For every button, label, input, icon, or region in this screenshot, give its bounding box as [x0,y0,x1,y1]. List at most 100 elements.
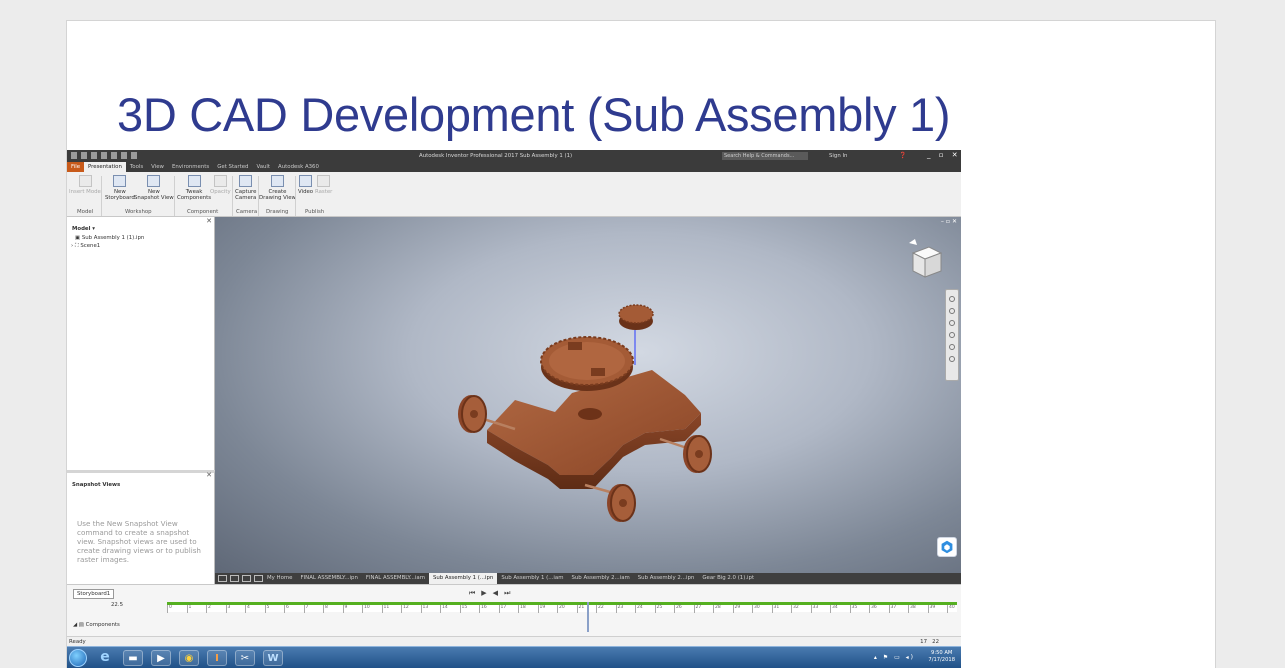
timeline-tick: 23 [615,605,623,613]
doc-tab[interactable]: Sub Assembly 2...iam [567,573,633,584]
doc-tab-active[interactable]: Sub Assembly 1 (...ipn [428,573,498,584]
timeline-tick: 2 [206,605,211,613]
tab-a360[interactable]: Autodesk A360 [274,162,323,172]
explorer-icon[interactable]: ▬ [123,650,143,666]
storyboard-tab[interactable]: Storyboard1 [73,589,115,599]
tab-presentation[interactable]: Presentation [84,162,126,172]
timeline-playhead[interactable] [587,602,589,632]
doc-tab[interactable]: Sub Assembly 2...ipn [634,573,699,584]
group-camera: Camera [236,209,258,215]
system-tray[interactable]: ▴ ⚑ ▭ ◂) [874,654,915,661]
graphics-viewport[interactable]: –▫✕ [215,217,961,573]
tab-get-started[interactable]: Get Started [213,162,252,172]
timeline-tick: 8 [323,605,328,613]
timeline-tick: 1 [186,605,191,613]
model-browser: ✕ Model ▾ ▣ Sub Assembly 1 (1).ipn › ⛶ S… [67,217,215,470]
media-player-icon[interactable]: ▶ [151,650,171,666]
tile-icon[interactable] [218,575,227,582]
video-button[interactable]: Video [298,175,313,195]
timeline-tick: 30 [752,605,760,613]
quick-access-toolbar[interactable] [71,152,137,159]
window-title: Autodesk Inventor Professional 2017 Sub … [419,153,573,159]
storyboard-panel: Storyboard1 ⏮▶◀⏭ 22.5 0 1 2 3 4 5 6 7 8 9 10 11 12 13… [67,584,961,636]
time-value[interactable]: 22.5 [111,602,123,608]
snapshot-message: Use the New Snapshot View command to cre… [77,519,201,564]
status-text: Ready [69,639,86,645]
timeline-tick: 31 [771,605,779,613]
tab-tools[interactable]: Tools [126,162,147,172]
tab-file[interactable]: File [67,162,85,172]
timeline-tick: 10 [362,605,370,613]
tree-item-scene[interactable]: › ⛶ Scene1 [71,243,100,250]
ie-icon[interactable]: e [95,650,115,666]
timeline-tick: 20 [557,605,565,613]
windows-taskbar: e ▬ ▶ ◉ I ✂ W ▴ ⚑ ▭ ◂) 9:50 AM 7/17/2018 [67,646,961,668]
tab-environments[interactable]: Environments [168,162,213,172]
snipping-tool-icon[interactable]: ✂ [235,650,255,666]
inventor-icon[interactable]: I [207,650,227,666]
snapshot-views-panel: ✕ Snapshot Views Use the New Snapshot Vi… [67,470,215,588]
doc-tab[interactable]: Sub Assembly 1 (...iam [497,573,567,584]
inventor-screenshot: Autodesk Inventor Professional 2017 Sub … [67,150,961,668]
camera-icon [239,175,253,187]
chrome-icon[interactable]: ◉ [179,650,199,666]
document-tabs: My Home FINAL ASSEMBLY...ipn FINAL ASSEM… [215,573,961,584]
grid-icon[interactable] [230,575,239,582]
split-icon[interactable] [254,575,263,582]
slide-title: 3D CAD Development (Sub Assembly 1) [117,88,951,141]
doc-tab[interactable]: FINAL ASSEMBLY...iam [362,573,429,584]
group-component: Component [187,209,219,215]
new-snapshot-view-button[interactable]: New Snapshot View [134,175,174,201]
timeline-tick: 26 [674,605,682,613]
timeline-ruler[interactable]: 0 1 2 3 4 5 6 7 8 9 10 11 12 13 14 15 16 17 18 19 20 21 22 23 24… [167,602,957,632]
timeline-tick: 18 [518,605,526,613]
capture-camera-button[interactable]: Capture Camera [235,175,256,201]
ribbon: Insert Model New Storyboard New Snapshot V… [67,172,961,217]
timeline-tick: 15 [459,605,467,613]
timeline-tick: 5 [264,605,269,613]
doc-tab[interactable]: My Home [263,573,296,584]
raster-button[interactable]: Raster [315,175,332,195]
group-model: Model [77,209,94,215]
timeline-tick: 36 [869,605,877,613]
clock[interactable]: 9:50 AM 7/17/2018 [928,650,955,664]
cascade-icon[interactable] [242,575,251,582]
snapshot-header: Snapshot Views [72,482,121,488]
timeline-tick: 28 [713,605,721,613]
doc-tab[interactable]: FINAL ASSEMBLY...ipn [296,573,361,584]
cart-model [458,304,712,522]
new-storyboard-button[interactable]: New Storyboard [105,175,135,201]
close-icon[interactable]: ✕ [206,471,212,479]
tree-item-ipn[interactable]: ▣ Sub Assembly 1 (1).ipn [75,235,144,241]
timeline-tick: 12 [401,605,409,613]
doc-tab[interactable]: Gear Big 2.0 (1).ipt [698,573,758,584]
insert-model-icon [79,175,93,187]
playback-controls[interactable]: ⏮▶◀⏭ [469,589,516,598]
start-button[interactable] [69,649,87,667]
window-controls[interactable]: _ ▫ ✕ [927,151,961,159]
snapshot-icon [147,175,161,187]
timeline-tick: 34 [830,605,838,613]
browser-header[interactable]: Model ▾ [72,226,95,232]
sign-in-link[interactable]: Sign In [829,153,847,159]
timeline-tick: 37 [888,605,896,613]
word-icon[interactable]: W [263,650,283,666]
create-drawing-view-button[interactable]: Create Drawing View [259,175,296,201]
timeline-tick: 3 [225,605,230,613]
close-icon[interactable]: ✕ [206,217,212,225]
a360-icon[interactable] [937,537,957,557]
tab-view[interactable]: View [147,162,168,172]
tab-vault[interactable]: Vault [252,162,274,172]
timeline-tick: 11 [381,605,389,613]
group-publish: Publish [305,209,325,215]
viewcube-icon[interactable] [905,239,947,283]
components-row[interactable]: ◢ ▤ Components [73,622,120,628]
navigation-bar[interactable] [945,289,959,381]
opacity-button[interactable]: Opacity [210,175,231,195]
search-input[interactable]: Search Help & Commands... [722,152,808,160]
raster-icon [317,175,331,187]
insert-model-button[interactable]: Insert Model [69,175,102,195]
tweak-components-button[interactable]: Tweak Components [177,175,211,201]
status-bar: Ready 17 22 [67,636,961,646]
help-icon[interactable]: ❓ [899,152,906,159]
